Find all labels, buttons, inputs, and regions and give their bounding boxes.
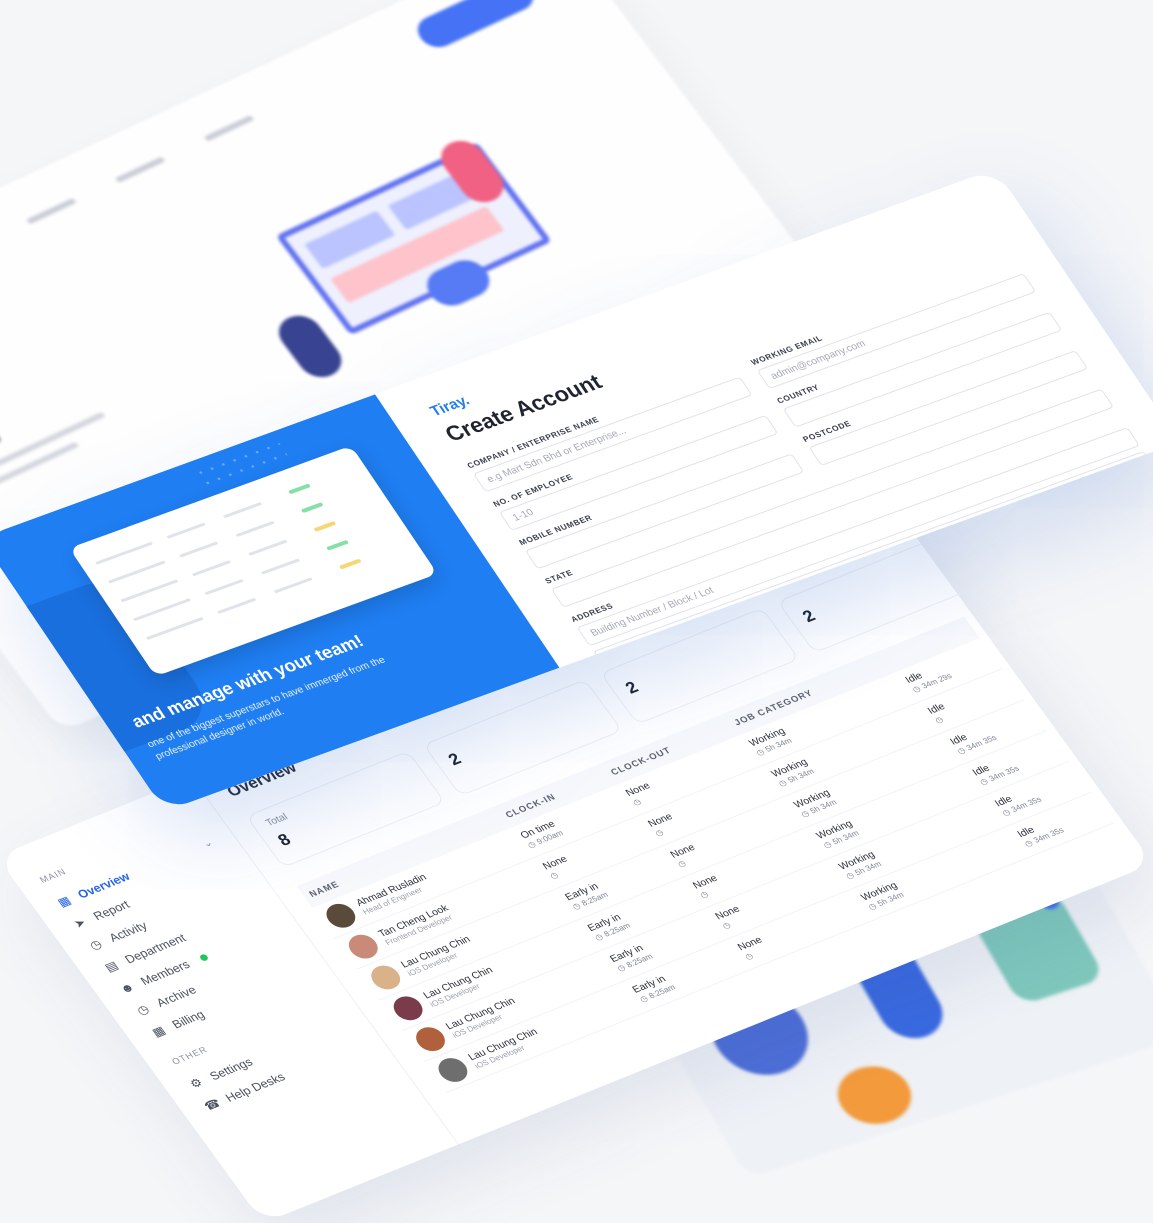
clock-icon: ◷ xyxy=(933,714,946,725)
avatar xyxy=(365,961,406,994)
clock-icon: ◷ xyxy=(743,951,756,962)
avatar xyxy=(410,1023,451,1055)
grid-icon: ▦ xyxy=(54,893,74,910)
landing-subtitle xyxy=(0,441,80,510)
landing-cta-button xyxy=(410,0,541,53)
billing-icon: ▦ xyxy=(149,1023,169,1040)
nav-link xyxy=(203,114,255,142)
stat-value: 2 xyxy=(444,749,465,769)
gear-icon: ⚙ xyxy=(186,1075,206,1091)
clock-icon: ◷ xyxy=(548,870,561,881)
avatar xyxy=(320,900,361,932)
avatar xyxy=(388,992,429,1025)
landing-nav xyxy=(0,114,255,308)
landing-heading xyxy=(0,424,2,479)
dashboard-board-illustration xyxy=(275,141,552,336)
clock-icon: ◷ xyxy=(675,858,688,869)
users-icon: ☻ xyxy=(117,979,138,997)
clock-icon: ◷ xyxy=(631,796,643,808)
avatar xyxy=(343,930,384,963)
building-icon: ▤ xyxy=(101,958,121,975)
send-icon: ➤ xyxy=(71,915,89,931)
person-illustration xyxy=(825,1057,924,1133)
clock-icon: ◷ xyxy=(698,889,711,900)
clock-icon: ◷ xyxy=(653,827,666,838)
person-illustration xyxy=(270,309,350,384)
clock-icon: ◷ xyxy=(720,920,733,931)
archive-icon: ◷ xyxy=(133,1001,153,1018)
avatar xyxy=(433,1054,473,1086)
sidebar-item-label: Billing xyxy=(169,1007,208,1032)
headset-icon: ☎ xyxy=(201,1096,224,1114)
chevron-down-icon: ⌄ xyxy=(200,837,215,850)
nav-link xyxy=(26,197,77,225)
clock-icon: ◷ xyxy=(86,936,105,953)
online-indicator xyxy=(198,952,210,962)
nav-link xyxy=(114,156,166,184)
